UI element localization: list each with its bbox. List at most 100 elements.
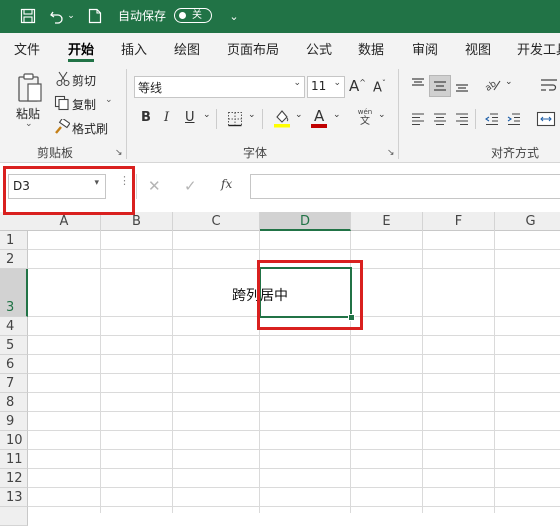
customize-qat-icon[interactable]: ⌄ <box>228 6 240 26</box>
row-header[interactable] <box>0 507 28 526</box>
font-size-combo[interactable]: 11 ⌄ <box>307 76 345 98</box>
align-center-icon[interactable] <box>432 111 448 131</box>
tab-draw[interactable]: 绘图 <box>174 39 200 58</box>
row-header[interactable]: 2 <box>0 250 28 269</box>
toggle-knob <box>179 12 186 19</box>
gridline <box>28 411 560 412</box>
borders-dropdown-icon[interactable]: ⌄ <box>248 110 256 120</box>
tab-page-layout[interactable]: 页面布局 <box>227 39 279 58</box>
tab-developer[interactable]: 开发工具 <box>517 39 560 58</box>
tab-insert[interactable]: 插入 <box>121 39 147 58</box>
enter-icon[interactable]: ✓ <box>184 177 197 195</box>
gridline <box>28 506 560 507</box>
font-group-label: 字体 <box>243 146 268 160</box>
underline-button[interactable]: U <box>185 110 195 125</box>
formula-input[interactable] <box>250 174 560 199</box>
gridline <box>28 430 560 431</box>
font-name-combo[interactable]: 等线 ⌄ <box>134 76 305 98</box>
align-bottom-icon[interactable] <box>454 77 470 97</box>
font-size-value: 11 <box>311 79 327 93</box>
format-painter-icon[interactable] <box>54 117 71 139</box>
alignment-group-label: 对齐方式 <box>491 146 540 160</box>
cut-icon[interactable] <box>56 71 70 91</box>
row-header[interactable]: 9 <box>0 412 28 431</box>
borders-icon[interactable] <box>227 111 243 131</box>
paste-dropdown-icon[interactable]: ⌄ <box>25 119 33 129</box>
italic-button[interactable]: I <box>164 110 169 125</box>
decrease-indent-icon[interactable] <box>484 111 500 131</box>
tab-view[interactable]: 视图 <box>465 39 491 58</box>
autosave-toggle[interactable]: 关 <box>174 8 212 23</box>
align-top-icon[interactable] <box>410 77 426 97</box>
row-header[interactable]: 7 <box>0 374 28 393</box>
font-color-icon[interactable]: A <box>310 107 328 128</box>
format-painter-label[interactable]: 格式刷 <box>72 120 108 137</box>
tab-data[interactable]: 数据 <box>358 39 384 58</box>
tab-file[interactable]: 文件 <box>14 39 40 58</box>
undo-dropdown-icon[interactable]: ⌄ <box>66 6 76 26</box>
group-separator <box>126 69 127 159</box>
column-header-selected[interactable]: D <box>260 212 351 231</box>
column-header[interactable]: C <box>173 212 260 231</box>
orientation-icon[interactable]: ab <box>484 77 502 97</box>
tab-home[interactable]: 开始 <box>68 39 94 58</box>
active-tab-indicator <box>68 59 94 62</box>
underline-dropdown-icon[interactable]: ⌄ <box>203 110 211 120</box>
row-header[interactable]: 8 <box>0 393 28 412</box>
increase-indent-icon[interactable] <box>506 111 522 131</box>
column-header[interactable]: G <box>495 212 560 231</box>
font-color-letter: A <box>314 107 325 125</box>
row-header[interactable]: 4 <box>0 317 28 336</box>
gridline <box>28 468 560 469</box>
row-header-selected[interactable]: 3 <box>0 269 28 317</box>
column-header[interactable]: E <box>351 212 423 231</box>
gridline <box>28 449 560 450</box>
align-middle-button[interactable] <box>429 75 451 97</box>
row-header[interactable]: 5 <box>0 336 28 355</box>
ribbon-tabs: 文件 开始 插入 绘图 页面布局 公式 数据 审阅 视图 开发工具 <box>0 33 560 63</box>
orientation-dropdown-icon[interactable]: ⌄ <box>505 77 513 87</box>
clipboard-launcher-icon[interactable]: ↘ <box>115 148 123 158</box>
row-header[interactable]: 13 <box>0 488 28 507</box>
save-icon[interactable] <box>18 6 38 26</box>
row-header[interactable]: 6 <box>0 355 28 374</box>
copy-dropdown-icon[interactable]: ⌄ <box>105 95 113 105</box>
increase-font-size-icon[interactable]: A^ <box>349 77 366 95</box>
copy-label[interactable]: 复制 <box>72 96 96 113</box>
column-header[interactable]: F <box>423 212 495 231</box>
font-color-dropdown-icon[interactable]: ⌄ <box>333 110 341 120</box>
divider <box>262 109 263 129</box>
cut-label[interactable]: 剪切 <box>72 72 96 89</box>
undo-icon[interactable] <box>48 6 66 26</box>
font-launcher-icon[interactable]: ↘ <box>387 148 395 158</box>
clipboard-group-label: 剪贴板 <box>37 146 74 160</box>
align-right-icon[interactable] <box>454 111 470 131</box>
cancel-icon[interactable]: ✕ <box>148 177 161 195</box>
gridline <box>494 231 495 513</box>
merge-center-icon[interactable] <box>536 111 556 131</box>
chevron-down-icon[interactable]: ⌄ <box>293 78 301 88</box>
paste-icon[interactable] <box>16 72 44 108</box>
fill-color-dropdown-icon[interactable]: ⌄ <box>295 110 303 120</box>
wrap-text-icon[interactable] <box>540 77 558 97</box>
copy-icon[interactable] <box>54 95 70 115</box>
row-header[interactable]: 1 <box>0 231 28 250</box>
phonetic-guide-icon[interactable]: wén 文 <box>356 108 374 130</box>
bold-button[interactable]: B <box>141 110 151 125</box>
gridline <box>28 354 560 355</box>
title-bar: ⌄ 自动保存 关 ⌄ <box>0 0 560 33</box>
chevron-down-icon[interactable]: ⌄ <box>333 78 341 88</box>
row-header[interactable]: 10 <box>0 431 28 450</box>
align-left-icon[interactable] <box>410 111 426 131</box>
row-header[interactable]: 12 <box>0 469 28 488</box>
new-file-icon[interactable] <box>86 6 104 26</box>
fill-color-icon[interactable] <box>273 108 291 132</box>
tab-formulas[interactable]: 公式 <box>306 39 332 58</box>
ribbon: 粘贴 ⌄ 剪切 复制 ⌄ 格式刷 剪贴板 ↘ 等线 ⌄ 11 ⌄ A^ Aˇ B… <box>0 63 560 163</box>
autosave-label: 自动保存 <box>118 9 167 23</box>
row-header[interactable]: 11 <box>0 450 28 469</box>
decrease-font-size-icon[interactable]: Aˇ <box>373 79 386 95</box>
phonetic-dropdown-icon[interactable]: ⌄ <box>378 110 386 120</box>
tab-review[interactable]: 审阅 <box>412 39 438 58</box>
insert-function-button[interactable]: fx <box>221 177 232 191</box>
